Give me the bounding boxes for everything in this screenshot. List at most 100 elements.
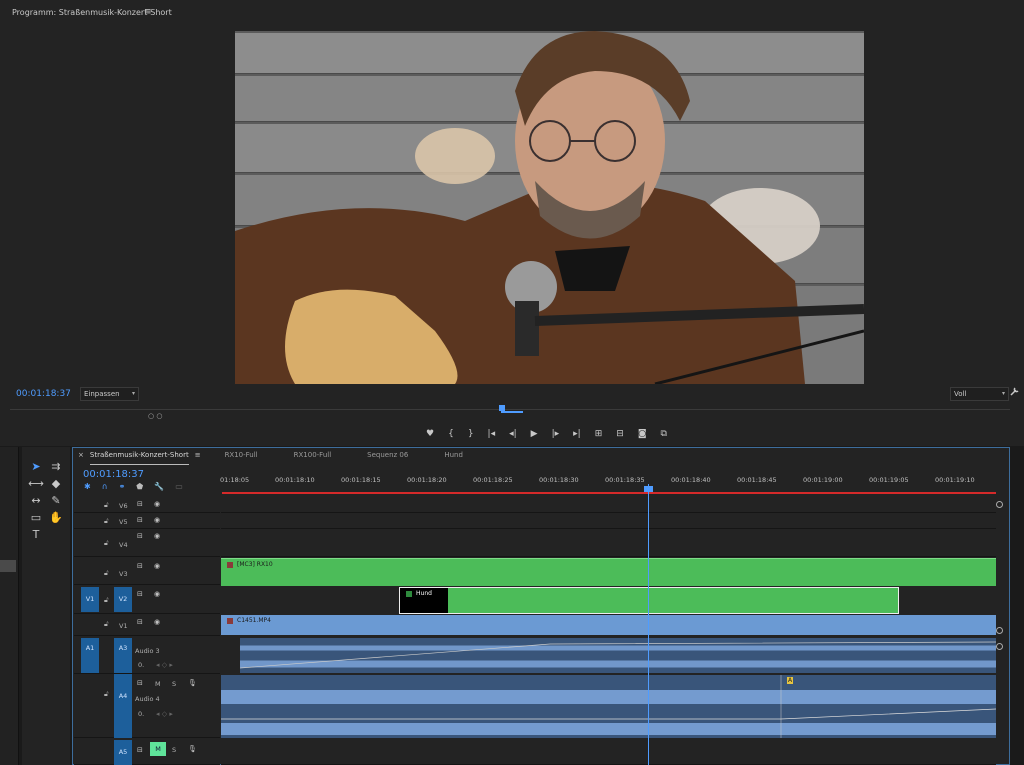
captions-icon[interactable]: ▭ [175,482,183,491]
track-target-a5[interactable]: A5 [114,740,132,765]
mark-in-icon[interactable]: { [448,429,454,439]
mark-out-icon[interactable]: } [468,429,474,439]
linked-selection-icon[interactable]: ⚭ [119,482,126,491]
type-tool-icon[interactable]: T [28,527,44,543]
mute-button[interactable]: M [155,680,161,688]
sync-lock-icon[interactable]: ⊟ [137,562,143,570]
track-select-tool-icon[interactable]: ⇉ [48,459,64,475]
sync-lock-icon[interactable]: ⊟ [137,590,143,598]
comparison-view-icon[interactable]: ⧉ [661,429,667,439]
playhead-handle-icon[interactable] [644,486,653,492]
track-target-a4[interactable]: A4 [114,674,132,738]
microphone-icon[interactable]: 🎙︎ [188,679,197,687]
volume-value[interactable]: 0. [138,710,144,718]
audio-clip-a3[interactable] [239,638,997,673]
sync-lock-icon[interactable]: ⊟ [137,618,143,626]
lock-icon[interactable]: 🔓︎ [104,501,109,510]
track-header-v3[interactable]: 🔓︎ V3 ⊟ ◉ [74,557,220,585]
lock-icon[interactable]: 🔓︎ [104,539,109,548]
track-name[interactable]: Audio 3 [135,647,160,655]
razor-tool-icon[interactable]: ◆ [48,476,64,492]
track-lane-v4[interactable] [221,529,996,557]
lock-icon[interactable]: 🔓︎ [104,517,109,526]
snap-magnet-icon[interactable]: ∩ [102,482,108,491]
lift-icon[interactable]: ⊞ [595,429,603,439]
keyframe-nav-icon[interactable]: ◂ ◇ ▸ [156,661,173,669]
tab-menu-icon[interactable]: ≡ [195,451,201,465]
solo-button[interactable]: S [172,680,176,688]
sync-lock-icon[interactable]: ⊟ [137,500,143,508]
track-target-a3[interactable]: A3 [114,638,132,673]
lock-icon[interactable]: 🔓︎ [104,690,109,699]
eye-icon[interactable]: ◉ [154,562,160,570]
vertical-scrollbar[interactable] [996,497,1004,765]
volume-value[interactable]: 0. [138,661,144,669]
eye-icon[interactable]: ◉ [154,500,160,508]
settings-wrench-icon[interactable] [1010,386,1020,399]
scroll-handle-icon[interactable] [996,627,1003,634]
zoom-scroll-handles[interactable]: ○ ○ [148,412,162,420]
clip-v2-hund[interactable]: Hund [399,587,899,614]
scroll-handle-icon[interactable] [996,501,1003,508]
resolution-dropdown[interactable]: Voll ▾ [950,387,1009,401]
microphone-icon[interactable]: 🎙︎ [188,745,197,753]
export-frame-camera-icon[interactable]: ◙ [638,429,647,439]
track-header-a5[interactable]: A5 ⊟ M S 🎙︎ [74,738,220,765]
track-header-v6[interactable]: 🔓︎ V6 ⊟ ◉ [74,497,220,513]
eye-icon[interactable]: ◉ [154,516,160,524]
track-target-v2[interactable]: V2 [114,587,132,612]
solo-button[interactable]: S [172,746,176,754]
hand-tool-icon[interactable]: ✋ [48,510,64,526]
nest-toggle-icon[interactable]: ✱ [84,482,91,491]
timeline-playhead[interactable] [648,484,649,765]
clip-v1-c1451[interactable]: C1451.MP4 [221,615,996,635]
monitor-playhead-icon[interactable] [499,405,523,413]
fit-dropdown[interactable]: Einpassen ▾ [80,387,139,401]
eye-icon[interactable]: ◉ [154,532,160,540]
add-marker-icon[interactable]: ⬟ [136,482,143,491]
track-header-v2[interactable]: V1 🔓︎ V2 ⊟ ◉ [74,585,220,614]
eye-icon[interactable]: ◉ [154,618,160,626]
track-name[interactable]: Audio 4 [135,695,160,703]
program-timecode[interactable]: 00:01:18:37 [16,389,71,399]
track-header-v5[interactable]: 🔓︎ V5 ⊟ ◉ [74,513,220,529]
step-back-icon[interactable]: ◂| [509,429,517,439]
sync-lock-icon[interactable]: ⊟ [137,516,143,524]
lock-icon[interactable]: 🔓︎ [104,569,109,578]
sync-lock-icon[interactable]: ⊟ [137,532,143,540]
timeline-settings-wrench-icon[interactable]: 🔧 [154,482,164,491]
source-patch-v1[interactable]: V1 [81,587,99,612]
audio-clip-a4[interactable]: A [221,675,997,738]
close-tab-icon[interactable]: × [78,451,84,465]
tab-rx10-full[interactable]: RX10-Full [225,451,258,465]
eye-icon[interactable]: ◉ [154,590,160,598]
track-header-v4[interactable]: 🔓︎ V4 ⊟ ◉ [74,529,220,557]
add-marker-icon[interactable]: ♥ [426,429,434,439]
go-to-out-icon[interactable]: ▸| [573,429,581,439]
source-patch-a1[interactable]: A1 [81,638,99,673]
clip-v3-mc3-rx10[interactable]: [MC3] RX10 [221,558,996,586]
track-lane-v6[interactable] [221,497,996,513]
timeline-timecode[interactable]: 00:01:18:37 [83,469,144,480]
project-panel-scroll-thumb[interactable] [0,560,16,572]
tab-strassenmusik-konzert-short[interactable]: Straßenmusik-Konzert-Short [89,451,189,465]
rectangle-tool-icon[interactable]: ▭ [28,510,44,526]
panel-menu-icon[interactable]: ≡ [144,7,152,17]
slip-tool-icon[interactable]: ↔ [28,493,44,509]
track-lane-v5[interactable] [221,513,996,529]
track-header-a4[interactable]: 🔓︎ A4 ⊟ M S 🎙︎ Audio 4 0. ◂ ◇ ▸ [74,674,220,738]
sync-lock-icon[interactable]: ⊟ [137,679,143,687]
go-to-in-icon[interactable]: |◂ [488,429,496,439]
time-ruler[interactable]: 01:18:05 00:01:18:10 00:01:18:15 00:01:1… [220,470,1000,494]
pen-tool-icon[interactable]: ✎ [48,493,64,509]
tab-sequenz-06[interactable]: Sequenz 06 [367,451,408,465]
extract-icon[interactable]: ⊟ [616,429,624,439]
sync-lock-icon[interactable]: ⊟ [137,746,143,754]
selection-tool-icon[interactable]: ➤ [28,459,44,475]
step-forward-icon[interactable]: |▸ [552,429,560,439]
clip-marker[interactable]: A [787,677,794,684]
lock-icon[interactable]: 🔓︎ [104,596,109,605]
track-header-a3[interactable]: A1 A3 Audio 3 0. ◂ ◇ ▸ [74,637,220,674]
play-icon[interactable]: ▶ [531,429,538,439]
track-header-v1[interactable]: 🔓︎ V1 ⊟ ◉ [74,614,220,636]
